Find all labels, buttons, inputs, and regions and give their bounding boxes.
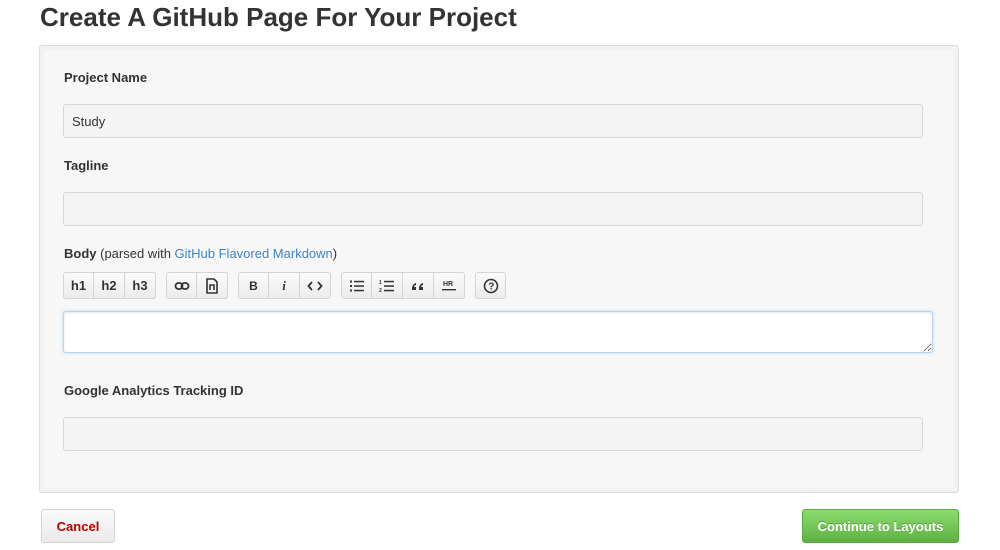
project-name-input[interactable] bbox=[63, 104, 923, 138]
h3-button[interactable]: h3 bbox=[125, 272, 156, 299]
horizontal-rule-button[interactable]: HR bbox=[434, 272, 465, 299]
continue-to-layouts-button[interactable]: Continue to Layouts bbox=[802, 509, 959, 543]
cancel-button[interactable]: Cancel bbox=[41, 509, 115, 543]
heading-button-group: h1 h2 h3 bbox=[63, 272, 156, 300]
help-button-group: ? bbox=[475, 272, 506, 300]
project-form-panel: Project Name Tagline Body (parsed with G… bbox=[39, 45, 959, 493]
tagline-input[interactable] bbox=[63, 192, 923, 226]
svg-text:1: 1 bbox=[379, 280, 382, 286]
page-title: Create A GitHub Page For Your Project bbox=[40, 2, 517, 32]
link-icon bbox=[174, 281, 189, 290]
image-icon bbox=[206, 277, 218, 294]
markdown-toolbar: h1 h2 h3 B i 1 2 HR ? bbox=[63, 272, 516, 300]
link-button[interactable] bbox=[166, 272, 197, 299]
svg-text:HR: HR bbox=[443, 281, 453, 288]
italic-icon: i bbox=[282, 277, 286, 293]
tagline-label: Tagline bbox=[64, 158, 109, 173]
help-button[interactable]: ? bbox=[475, 272, 506, 299]
insert-button-group bbox=[166, 272, 228, 300]
blockquote-button[interactable] bbox=[403, 272, 434, 299]
body-note-prefix: (parsed with bbox=[96, 246, 175, 261]
format-button-group: B i bbox=[238, 272, 331, 300]
h2-button[interactable]: h2 bbox=[94, 272, 125, 299]
code-icon bbox=[307, 280, 323, 291]
h1-button[interactable]: h1 bbox=[63, 272, 94, 299]
horizontal-rule-icon: HR bbox=[442, 281, 456, 290]
bold-icon: B bbox=[249, 278, 258, 293]
analytics-tracking-id-input[interactable] bbox=[63, 417, 923, 451]
body-note-suffix: ) bbox=[332, 246, 338, 261]
analytics-label: Google Analytics Tracking ID bbox=[64, 383, 244, 398]
body-textarea[interactable] bbox=[63, 311, 933, 353]
bold-button[interactable]: B bbox=[238, 272, 269, 299]
image-button[interactable] bbox=[197, 272, 228, 299]
ordered-list-icon: 1 2 bbox=[379, 280, 394, 293]
italic-button[interactable]: i bbox=[269, 272, 300, 299]
svg-text:?: ? bbox=[488, 281, 494, 292]
ordered-list-button[interactable]: 1 2 bbox=[372, 272, 403, 299]
blockquote-icon bbox=[412, 282, 423, 290]
markdown-help-link[interactable]: GitHub Flavored Markdown bbox=[175, 246, 333, 261]
project-name-label: Project Name bbox=[64, 70, 148, 85]
code-button[interactable] bbox=[300, 272, 331, 299]
body-label-row: Body (parsed with GitHub Flavored Markdo… bbox=[64, 246, 337, 261]
body-label: Body bbox=[64, 246, 97, 261]
svg-text:2: 2 bbox=[379, 288, 382, 293]
help-icon: ? bbox=[483, 278, 498, 293]
unordered-list-icon bbox=[349, 280, 364, 291]
unordered-list-button[interactable] bbox=[341, 272, 372, 299]
block-button-group: 1 2 HR bbox=[341, 272, 465, 300]
